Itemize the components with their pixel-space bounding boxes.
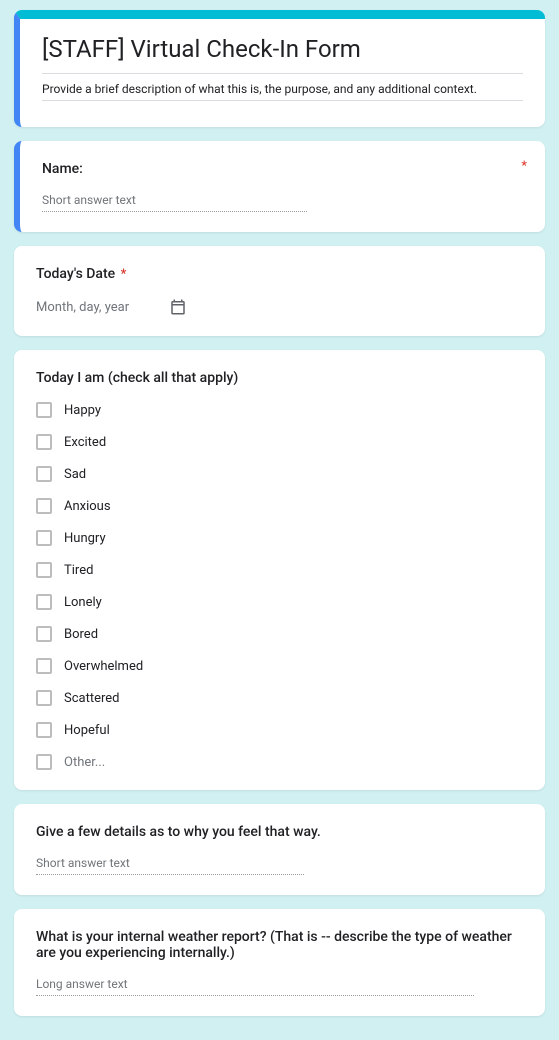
checkbox-box[interactable]: [36, 562, 52, 578]
checkbox-box[interactable]: [36, 530, 52, 546]
checkbox-label: Hopeful: [64, 723, 110, 738]
question-label-today-i-am: Today I am (check all that apply): [36, 370, 523, 386]
question-label-name: Name:: [42, 161, 523, 177]
checkbox-item[interactable]: Sad: [36, 466, 523, 482]
checkbox-label: Tired: [64, 563, 93, 578]
question-card-today-i-am[interactable]: Today I am (check all that apply) Happy …: [14, 350, 545, 790]
checkbox-list: Happy Excited Sad Anxious Hungry Tired L…: [36, 402, 523, 770]
checkbox-label: Excited: [64, 435, 106, 450]
checkbox-label: Overwhelmed: [64, 659, 143, 674]
checkbox-box[interactable]: [36, 722, 52, 738]
checkbox-label: Happy: [64, 403, 101, 418]
question-card-date[interactable]: Today's Date * Month, day, year: [14, 246, 545, 336]
divider: [42, 100, 523, 101]
question-card-weather[interactable]: What is your internal weather report? (T…: [14, 909, 545, 1016]
checkbox-item[interactable]: Scattered: [36, 690, 523, 706]
checkbox-box[interactable]: [36, 754, 52, 770]
checkbox-item[interactable]: Tired: [36, 562, 523, 578]
required-star: *: [121, 267, 127, 282]
checkbox-label: Lonely: [64, 595, 102, 610]
date-placeholder[interactable]: Month, day, year: [36, 300, 129, 315]
checkbox-item[interactable]: Lonely: [36, 594, 523, 610]
form-header-card: [STAFF] Virtual Check-In Form Provide a …: [14, 10, 545, 127]
question-card-name[interactable]: Name: * Short answer text: [14, 141, 545, 232]
checkbox-label: Sad: [64, 467, 86, 482]
checkbox-item[interactable]: Hopeful: [36, 722, 523, 738]
short-answer-input[interactable]: Short answer text: [36, 856, 304, 875]
checkbox-item-other[interactable]: Other...: [36, 754, 523, 770]
checkbox-item[interactable]: Anxious: [36, 498, 523, 514]
form-title[interactable]: [STAFF] Virtual Check-In Form: [42, 35, 523, 63]
checkbox-box[interactable]: [36, 434, 52, 450]
required-star: *: [521, 159, 527, 174]
checkbox-label: Scattered: [64, 691, 120, 706]
checkbox-box[interactable]: [36, 498, 52, 514]
checkbox-box[interactable]: [36, 402, 52, 418]
checkbox-item[interactable]: Happy: [36, 402, 523, 418]
calendar-icon[interactable]: [169, 298, 187, 316]
question-label-weather: What is your internal weather report? (T…: [36, 929, 523, 961]
checkbox-item[interactable]: Bored: [36, 626, 523, 642]
checkbox-box[interactable]: [36, 466, 52, 482]
checkbox-item[interactable]: Hungry: [36, 530, 523, 546]
question-label-details: Give a few details as to why you feel th…: [36, 824, 523, 840]
checkbox-item[interactable]: Overwhelmed: [36, 658, 523, 674]
checkbox-item[interactable]: Excited: [36, 434, 523, 450]
checkbox-box[interactable]: [36, 658, 52, 674]
form-description[interactable]: Provide a brief description of what this…: [42, 80, 523, 98]
divider: [42, 73, 523, 74]
checkbox-box[interactable]: [36, 594, 52, 610]
long-answer-input[interactable]: Long answer text: [36, 977, 474, 996]
checkbox-label: Anxious: [64, 499, 111, 514]
checkbox-label: Hungry: [64, 531, 106, 546]
checkbox-box[interactable]: [36, 626, 52, 642]
question-card-details[interactable]: Give a few details as to why you feel th…: [14, 804, 545, 895]
question-label-date: Today's Date *: [36, 266, 523, 282]
checkbox-box[interactable]: [36, 690, 52, 706]
date-row: Month, day, year: [36, 298, 523, 316]
checkbox-label: Bored: [64, 627, 98, 642]
question-label-text: Today's Date: [36, 266, 115, 282]
checkbox-label-other: Other...: [64, 755, 105, 770]
short-answer-input[interactable]: Short answer text: [42, 193, 307, 212]
